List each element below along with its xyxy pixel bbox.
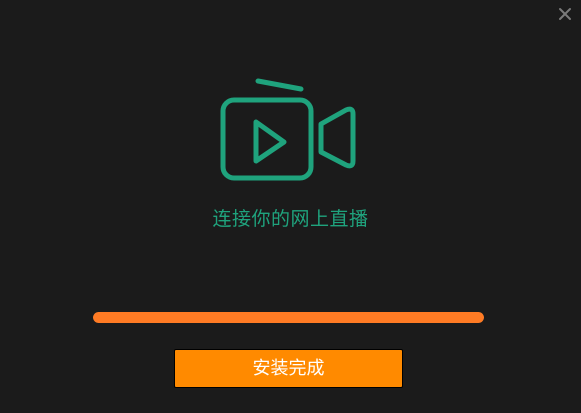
close-icon [559,8,571,20]
tagline: 连接你的网上直播 [212,208,369,230]
installer-window: 连接你的网上直播 安装完成 [0,0,581,413]
install-progress-fill [93,312,484,323]
install-progress-bar [93,312,484,323]
close-button[interactable] [555,4,575,24]
finish-install-button[interactable]: 安装完成 [174,349,403,388]
video-camera-play-icon [220,78,356,181]
